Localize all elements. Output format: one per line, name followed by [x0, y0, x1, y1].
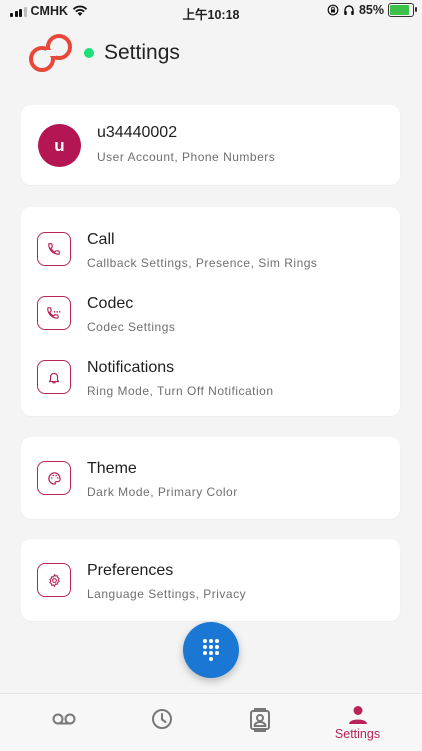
status-right: 85%: [327, 3, 417, 17]
settings-item-subtitle: Codec Settings: [87, 320, 176, 334]
page-title: Settings: [104, 41, 180, 64]
account-card[interactable]: u u34440002 User Account, Phone Numbers: [21, 105, 400, 185]
settings-item-title: Theme: [87, 460, 137, 477]
contacts-icon: [249, 708, 270, 732]
settings-item-preferences[interactable]: Preferences Language Settings, Privacy: [21, 552, 400, 608]
gear-icon: [37, 563, 71, 597]
tab-bar: Settings: [0, 693, 422, 751]
header: Settings: [26, 30, 402, 76]
settings-item-theme[interactable]: Theme Dark Mode, Primary Color: [21, 450, 400, 506]
settings-item-subtitle: Ring Mode, Turn Off Notification: [87, 384, 274, 398]
palette-icon: [37, 461, 71, 495]
settings-item-subtitle: Callback Settings, Presence, Sim Rings: [87, 256, 318, 270]
settings-item-subtitle: Language Settings, Privacy: [87, 587, 247, 601]
settings-group-call: Call Callback Settings, Presence, Sim Ri…: [21, 207, 400, 416]
tab-contacts[interactable]: [207, 694, 312, 751]
bell-icon: [37, 360, 71, 394]
voicemail-icon: [52, 713, 75, 725]
settings-item-subtitle: Dark Mode, Primary Color: [87, 485, 238, 499]
settings-item-call[interactable]: Call Callback Settings, Presence, Sim Ri…: [21, 221, 400, 277]
dialpad-icon: [203, 639, 219, 661]
settings-item-codec[interactable]: Codec Codec Settings: [21, 285, 400, 341]
app-logo: [29, 34, 72, 72]
phone-icon: [37, 232, 71, 266]
orientation-lock-icon: [327, 4, 339, 16]
settings-item-title: Preferences: [87, 562, 174, 579]
account-subtitle: User Account, Phone Numbers: [97, 150, 276, 164]
settings-group-theme: Theme Dark Mode, Primary Color: [21, 437, 400, 519]
clock-icon: [151, 709, 172, 729]
tab-settings[interactable]: Settings: [305, 694, 410, 751]
settings-group-preferences: Preferences Language Settings, Privacy: [21, 539, 400, 621]
tab-settings-label: Settings: [334, 727, 381, 741]
settings-item-notifications[interactable]: Notifications Ring Mode, Turn Off Notifi…: [21, 349, 400, 405]
battery-fill: [390, 5, 409, 15]
phone-dots-icon: [37, 296, 71, 330]
status-bar: CMHK 上午10:18 85%: [0, 0, 422, 24]
battery-percent: 85%: [358, 3, 384, 17]
battery-icon: [388, 3, 417, 17]
settings-item-title: Codec: [87, 295, 134, 312]
tab-voicemail[interactable]: [11, 694, 116, 751]
account-username: u34440002: [97, 124, 178, 141]
tab-recents[interactable]: [109, 694, 214, 751]
settings-item-title: Call: [87, 231, 115, 248]
headphones-icon: [344, 5, 354, 15]
presence-indicator: [84, 48, 94, 58]
avatar: u: [38, 124, 81, 167]
person-icon: [348, 706, 367, 724]
settings-item-title: Notifications: [87, 359, 175, 376]
dialpad-button[interactable]: [183, 622, 239, 678]
